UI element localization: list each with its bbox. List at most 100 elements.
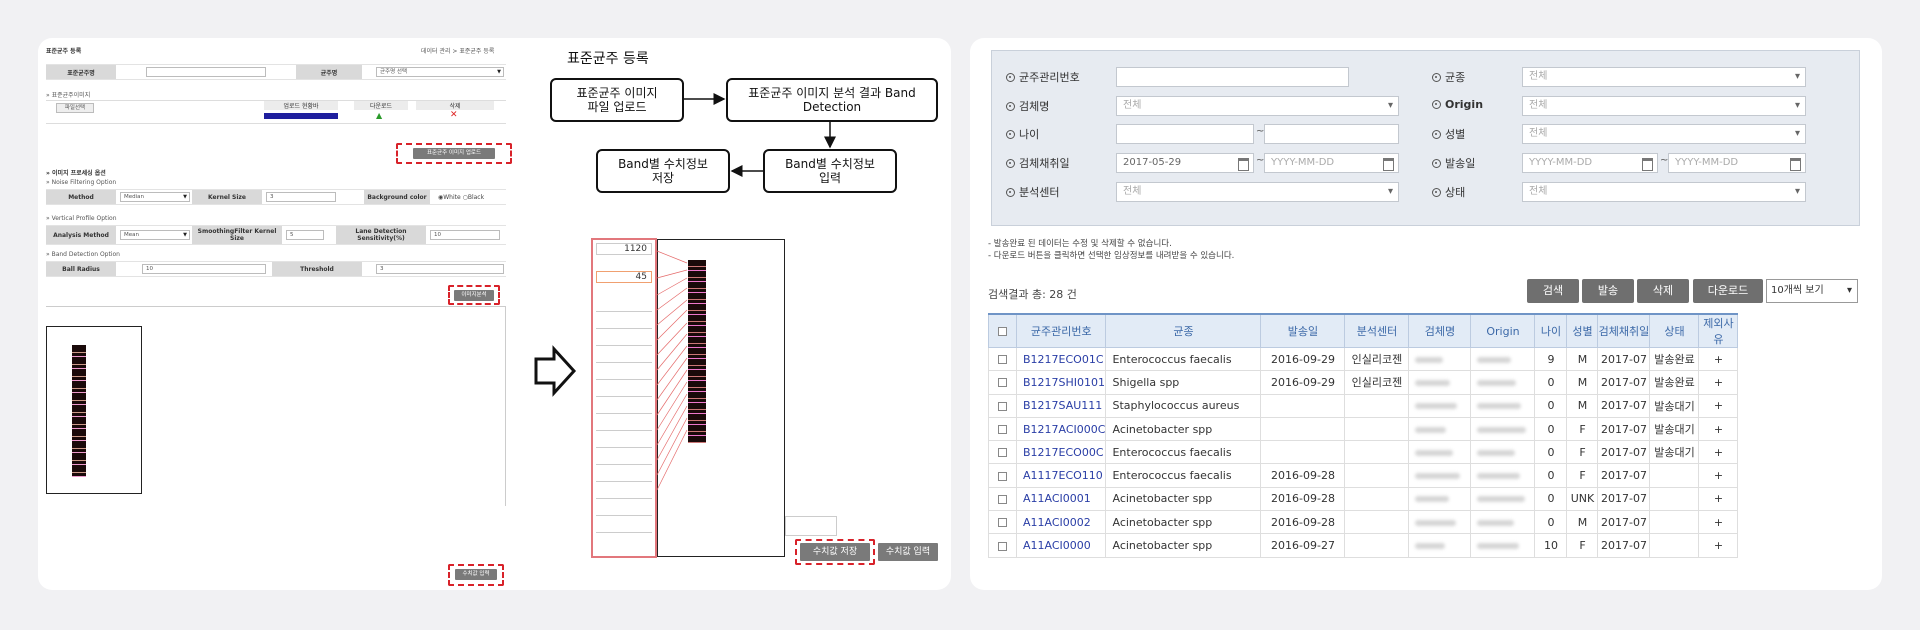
cell-send-date: 2016-09-29: [1260, 370, 1346, 395]
center-label-text: 분석센터: [1019, 186, 1060, 199]
input-values-button[interactable]: 수치값 입력: [878, 543, 938, 561]
header-origin[interactable]: Origin: [1470, 313, 1536, 348]
center-select[interactable]: 전체: [1116, 182, 1399, 202]
collect-to-input[interactable]: YYYY-MM-DD: [1264, 153, 1399, 173]
blurred-text: [1477, 519, 1515, 526]
row-checkbox[interactable]: [998, 425, 1007, 435]
row-select-cell[interactable]: [988, 393, 1017, 418]
cell-sex: UNK: [1566, 486, 1599, 512]
row-checkbox[interactable]: [998, 355, 1007, 365]
row-checkbox[interactable]: [998, 541, 1007, 551]
cell-age: 0: [1534, 510, 1568, 535]
row-checkbox[interactable]: [998, 494, 1007, 504]
header-status[interactable]: 상태: [1649, 313, 1700, 348]
table-row[interactable]: B1217ACI000C Acinetobacter spp 0 F 2017-07 발송…: [988, 416, 1739, 442]
blurred-text: [1477, 496, 1526, 503]
cell-mgmt-no[interactable]: A11ACI0002: [1015, 510, 1107, 535]
cell-exclusion-add[interactable]: +: [1698, 486, 1739, 512]
header-species[interactable]: 균종: [1105, 313, 1262, 348]
table-row[interactable]: A1117ECO110 Enterococcus faecalis 2016-09-…: [988, 463, 1739, 488]
cell-status: [1649, 486, 1700, 512]
cell-mgmt-no[interactable]: B1217ECO00C: [1015, 440, 1107, 465]
species-select[interactable]: 전체: [1522, 67, 1806, 87]
table-row[interactable]: A11ACI0000 Acinetobacter spp 2016-09-27 10 F…: [988, 533, 1739, 558]
row-select-cell[interactable]: [988, 416, 1017, 442]
header-sex[interactable]: 성별: [1566, 313, 1599, 348]
cell-collect-date: 2017-07: [1597, 370, 1651, 395]
row-select-cell[interactable]: [988, 510, 1017, 535]
save-values-button[interactable]: 수치값 저장: [800, 543, 870, 561]
cell-exclusion-add[interactable]: +: [1698, 533, 1739, 558]
header-exclusion[interactable]: 제외사유: [1698, 313, 1739, 348]
row-select-cell[interactable]: [988, 346, 1017, 372]
cell-exclusion-add[interactable]: +: [1698, 440, 1739, 465]
mgmt-no-input[interactable]: [1116, 67, 1349, 87]
header-specimen[interactable]: 검체명: [1408, 313, 1472, 348]
header-age[interactable]: 나이: [1534, 313, 1568, 348]
cell-species: Enterococcus faecalis: [1105, 440, 1262, 465]
specimen-select[interactable]: 전체: [1116, 96, 1399, 116]
right-card: 균주관리번호 균종 전체 검체명 전체 Origin 전체 나이 ~ 성별 전체…: [970, 38, 1882, 590]
specimen-label: 검체명: [1006, 98, 1049, 114]
send-button[interactable]: 발송: [1582, 279, 1634, 303]
table-row[interactable]: A11ACI0002 Acinetobacter spp 2016-09-28 0 M 2…: [988, 510, 1739, 535]
cell-mgmt-no[interactable]: A11ACI0001: [1015, 486, 1107, 512]
cell-mgmt-no[interactable]: B1217ECO01C: [1015, 346, 1107, 372]
collect-from-input[interactable]: 2017-05-29: [1116, 153, 1254, 173]
cell-mgmt-no[interactable]: B1217SHI0101: [1015, 370, 1107, 395]
table-row[interactable]: B1217ECO01C Enterococcus faecalis 2016-09-…: [988, 346, 1739, 372]
cell-exclusion-add[interactable]: +: [1698, 463, 1739, 488]
blurred-text: [1477, 403, 1522, 410]
status-select[interactable]: 전체: [1522, 182, 1806, 202]
cell-sex: M: [1566, 346, 1599, 372]
table-row[interactable]: B1217SHI0101 Shigella spp 2016-09-29 인실리코젠 0…: [988, 370, 1739, 395]
row-select-cell[interactable]: [988, 463, 1017, 488]
select-all-cell[interactable]: [988, 313, 1017, 348]
search-button[interactable]: 검색: [1527, 279, 1579, 303]
row-select-cell[interactable]: [988, 486, 1017, 512]
age-from-input[interactable]: [1116, 124, 1254, 144]
cell-mgmt-no[interactable]: A11ACI0000: [1015, 533, 1107, 558]
collect-date-label: 검체채취일: [1006, 155, 1070, 171]
row-checkbox[interactable]: [998, 378, 1007, 388]
delete-button[interactable]: 삭제: [1637, 279, 1689, 303]
row-checkbox[interactable]: [998, 401, 1007, 411]
row-checkbox[interactable]: [998, 518, 1007, 528]
table-row[interactable]: B1217SAU111 Staphylococcus aureus 0 M 2017-0…: [988, 393, 1739, 418]
cell-exclusion-add[interactable]: +: [1698, 510, 1739, 535]
header-mgmt-no[interactable]: 균주관리번호: [1015, 313, 1107, 348]
page-size-select[interactable]: 10개씩 보기 ▾: [1766, 279, 1858, 303]
cell-center: [1344, 463, 1410, 488]
row-select-cell[interactable]: [988, 370, 1017, 395]
row-select-cell[interactable]: [988, 533, 1017, 558]
cell-age: 0: [1534, 393, 1568, 418]
table-row[interactable]: B1217ECO00C Enterococcus faecalis 0 F 2017-0…: [988, 440, 1739, 465]
row-select-cell[interactable]: [988, 440, 1017, 465]
row-checkbox[interactable]: [998, 448, 1007, 458]
sex-select[interactable]: 전체: [1522, 124, 1806, 144]
cell-exclusion-add[interactable]: +: [1698, 416, 1739, 442]
row-checkbox[interactable]: [998, 471, 1007, 481]
cell-exclusion-add[interactable]: +: [1698, 346, 1739, 372]
select-all-checkbox[interactable]: [998, 327, 1007, 336]
cell-exclusion-add[interactable]: +: [1698, 393, 1739, 418]
blurred-text: [1415, 473, 1461, 480]
send-to-input[interactable]: YYYY-MM-DD: [1668, 153, 1806, 173]
cell-collect-date: 2017-07: [1597, 346, 1651, 372]
header-send-date[interactable]: 발송일: [1260, 313, 1346, 348]
cell-specimen-blurred: [1408, 416, 1472, 442]
cell-mgmt-no[interactable]: B1217ACI000C: [1015, 416, 1107, 442]
age-to-input[interactable]: [1264, 124, 1399, 144]
header-center[interactable]: 분석센터: [1344, 313, 1410, 348]
download-button[interactable]: 다운로드: [1693, 279, 1763, 303]
cell-status: 발송대기: [1649, 416, 1700, 442]
cell-mgmt-no[interactable]: A1117ECO110: [1015, 463, 1107, 488]
origin-select[interactable]: 전체: [1522, 96, 1806, 116]
cell-exclusion-add[interactable]: +: [1698, 370, 1739, 395]
table-row[interactable]: A11ACI0001 Acinetobacter spp 2016-09-28 0 UN…: [988, 486, 1739, 512]
sex-label: 성별: [1432, 126, 1465, 142]
cell-species: Acinetobacter spp: [1105, 510, 1262, 535]
cell-mgmt-no[interactable]: B1217SAU111: [1015, 393, 1107, 418]
send-from-input[interactable]: YYYY-MM-DD: [1522, 153, 1658, 173]
header-collect-date[interactable]: 검체채취일: [1597, 313, 1651, 348]
